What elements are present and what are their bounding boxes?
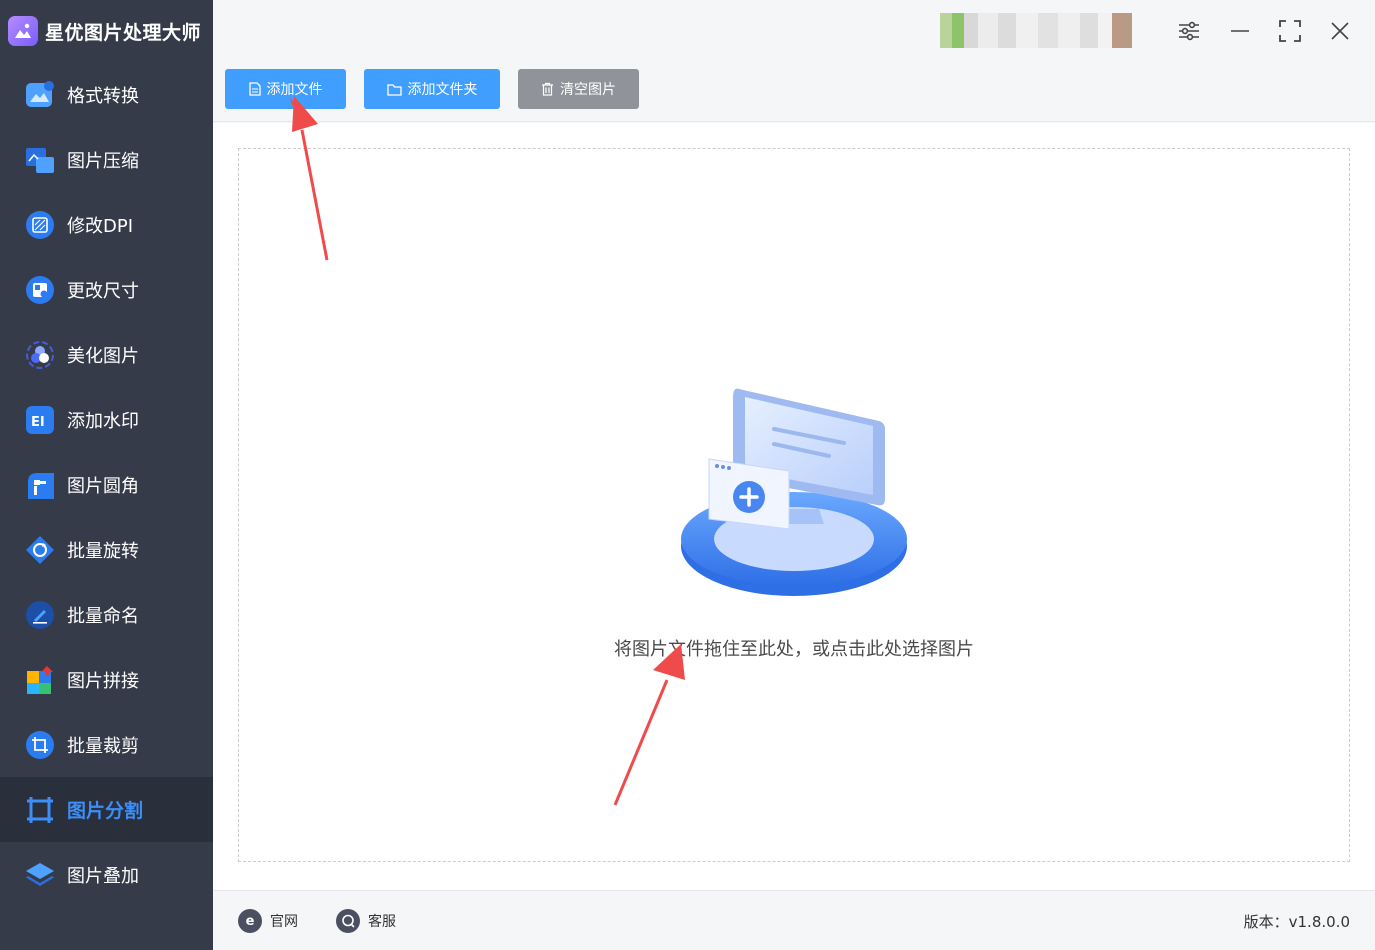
app-logo-icon [8, 16, 38, 46]
clear-images-button[interactable]: 清空图片 [518, 69, 639, 109]
watermark-icon: EI [24, 404, 56, 436]
sidebar-item-batch-rename[interactable]: 批量命名 [0, 582, 213, 647]
resize-icon [24, 274, 56, 306]
monitor-illustration-icon [681, 388, 907, 596]
sidebar-item-image-overlay[interactable]: 图片叠加 [0, 842, 213, 907]
version-label: 版本：v1.8.0.0 [1243, 913, 1350, 931]
sidebar-item-image-stitch[interactable]: 图片拼接 [0, 647, 213, 712]
folder-icon [386, 83, 402, 96]
rename-icon [24, 599, 56, 631]
drop-zone[interactable]: 将图片文件拖住至此处，或点击此处选择图片 [238, 148, 1350, 862]
svg-text:EI: EI [31, 415, 45, 430]
crop-icon [24, 729, 56, 761]
sidebar-item-image-compress[interactable]: 图片压缩 [0, 127, 213, 192]
image-compress-icon [24, 144, 56, 176]
sidebar-item-format-convert[interactable]: 格式转换 [0, 62, 213, 127]
sidebar-item-round-corner[interactable]: 图片圆角 [0, 452, 213, 517]
sidebar-item-watermark[interactable]: EI 添加水印 [0, 387, 213, 452]
sidebar-item-beautify[interactable]: 美化图片 [0, 322, 213, 387]
file-icon [248, 82, 261, 96]
sidebar-nav: 格式转换 图片压缩 修改DPI 更改尺寸 美化图片 EI 添加水印 图片圆角 批 [0, 62, 213, 907]
brand: 星优图片处理大师 [0, 0, 213, 62]
title-bar [213, 0, 1375, 62]
drop-hint-text: 将图片文件拖住至此处，或点击此处选择图片 [614, 639, 974, 660]
image-convert-icon [24, 79, 56, 111]
support-link[interactable]: 客服 [336, 909, 396, 933]
toolbar: 添加文件 添加文件夹 清空图片 [213, 62, 1375, 122]
dpi-icon [24, 209, 56, 241]
puzzle-icon [24, 664, 56, 696]
close-icon[interactable] [1324, 15, 1356, 47]
footer: e 官网 客服 版本：v1.8.0.0 [213, 890, 1375, 950]
split-icon [24, 794, 56, 826]
main-panel: 将图片文件拖住至此处，或点击此处选择图片 [213, 123, 1375, 890]
ie-browser-icon: e [238, 909, 262, 933]
sidebar-item-resize[interactable]: 更改尺寸 [0, 257, 213, 322]
layers-icon [24, 859, 56, 891]
sidebar-item-image-split[interactable]: 图片分割 [0, 777, 213, 842]
minimize-icon[interactable] [1224, 15, 1256, 47]
beautify-icon [24, 339, 56, 371]
sidebar-item-modify-dpi[interactable]: 修改DPI [0, 192, 213, 257]
sidebar: 星优图片处理大师 格式转换 图片压缩 修改DPI 更改尺寸 美化图片 EI 添加… [0, 0, 213, 950]
settings-sliders-icon[interactable] [1173, 15, 1205, 47]
sidebar-item-batch-crop[interactable]: 批量裁剪 [0, 712, 213, 777]
add-file-button[interactable]: 添加文件 [225, 69, 346, 109]
chat-bubble-icon [336, 909, 360, 933]
maximize-icon[interactable] [1274, 15, 1306, 47]
add-folder-button[interactable]: 添加文件夹 [364, 69, 500, 109]
website-link[interactable]: e 官网 [238, 909, 298, 933]
trash-icon [541, 82, 554, 96]
app-title: 星优图片处理大师 [45, 21, 202, 44]
sidebar-item-batch-rotate[interactable]: 批量旋转 [0, 517, 213, 582]
round-corner-icon [24, 469, 56, 501]
rotate-icon [24, 534, 56, 566]
user-avatar[interactable] [940, 13, 1155, 48]
